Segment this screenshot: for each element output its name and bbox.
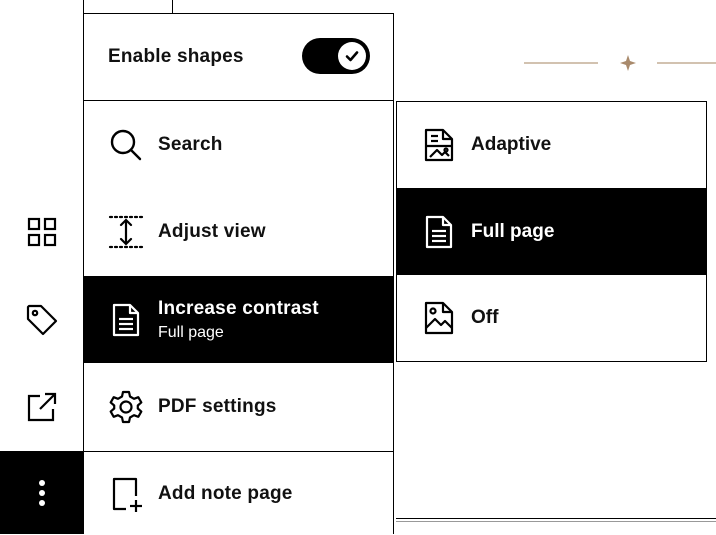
increase-contrast-sublabel: Full page [158,324,224,341]
toggle-knob [338,42,366,70]
add-note-page-label: Add note page [158,482,293,504]
tag-icon [26,304,57,336]
image-off-icon [421,300,457,336]
pdf-settings-label: PDF settings [158,395,277,417]
adjust-view-icon [108,214,144,250]
document-rule [396,518,716,519]
add-page-icon [108,476,144,512]
adjust-view-menu-item[interactable]: Adjust view [84,188,393,276]
gear-icon [108,389,144,425]
share-button[interactable] [0,364,83,450]
context-menu: Enable shapes Search Adjust view Increas… [83,13,394,534]
grid-view-button[interactable] [0,189,83,275]
more-button[interactable] [0,451,83,534]
search-label: Search [158,133,223,155]
adaptive-option[interactable]: Adaptive [397,102,706,188]
document-edge [172,0,173,13]
search-icon [108,127,144,163]
contrast-submenu: Adaptive Full page Off [396,101,707,362]
adjust-view-label: Adjust view [158,221,266,242]
document-rule [396,521,716,522]
document-icon [108,302,144,338]
adaptive-icon [421,127,457,163]
more-icon [38,479,45,506]
add-note-page-menu-item[interactable]: Add note page [84,452,393,535]
document-icon [421,214,457,250]
off-label: Off [471,307,499,328]
pdf-settings-menu-item[interactable]: PDF settings [84,363,393,450]
tags-button[interactable] [0,277,83,363]
full-page-label: Full page [471,220,555,242]
document-ornament [524,55,716,71]
checkmark-icon [345,51,359,62]
side-toolbar [0,0,84,534]
off-option[interactable]: Off [397,275,706,361]
increase-contrast-menu-item[interactable]: Increase contrast Full page [84,276,393,363]
increase-contrast-label: Increase contrast [158,298,319,319]
grid-icon [27,217,56,247]
enable-shapes-toggle[interactable] [302,38,370,74]
full-page-option[interactable]: Full page [397,188,706,275]
export-icon [27,392,56,422]
adaptive-label: Adaptive [471,134,552,155]
search-menu-item[interactable]: Search [84,101,393,188]
enable-shapes-label: Enable shapes [108,46,244,67]
enable-shapes-row[interactable]: Enable shapes [84,14,393,100]
